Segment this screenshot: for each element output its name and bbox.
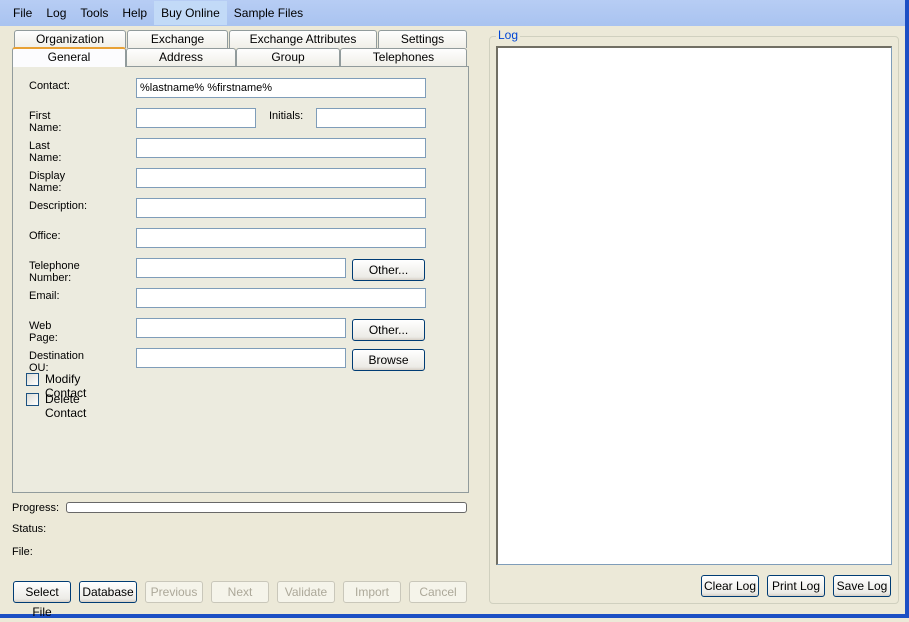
delete-contact-label: Delete Contact [45,392,87,420]
cancel-button[interactable]: Cancel [409,581,467,603]
display-name-input[interactable] [136,168,426,188]
last-name-label: Last Name: [29,140,62,164]
tab-settings[interactable]: Settings [378,30,467,48]
menu-log[interactable]: Log [39,1,73,25]
window-border-bottom [0,614,909,618]
tab-organization[interactable]: Organization [14,30,126,48]
file-label: File: [12,546,33,558]
log-textarea[interactable] [496,46,892,565]
menu-buy-online[interactable]: Buy Online [154,1,227,25]
first-name-input[interactable] [136,108,256,128]
progress-label: Progress: [12,502,60,514]
database-button[interactable]: Database [79,581,137,603]
next-button[interactable]: Next [211,581,269,603]
description-label: Description: [29,200,88,212]
initials-label: Initials: [269,110,304,122]
tab-group[interactable]: Group [236,48,340,66]
office-input[interactable] [136,228,426,248]
web-page-other-button[interactable]: Other... [352,319,425,341]
progress-bar [66,502,467,513]
destination-ou-input[interactable] [136,348,346,368]
last-name-input[interactable] [136,138,426,158]
menu-tools[interactable]: Tools [73,1,115,25]
tab-general[interactable]: General [12,47,126,67]
menu-bar: File Log Tools Help Buy Online Sample Fi… [0,0,905,26]
tab-exchange-attributes[interactable]: Exchange Attributes [229,30,377,48]
validate-button[interactable]: Validate [277,581,335,603]
initials-input[interactable] [316,108,426,128]
telephone-label: Telephone Number: [29,260,80,284]
save-log-button[interactable]: Save Log [833,575,891,597]
description-input[interactable] [136,198,426,218]
window-border-right [905,0,909,618]
clear-log-button[interactable]: Clear Log [701,575,759,597]
tab-address[interactable]: Address [126,48,236,66]
tab-telephones[interactable]: Telephones [340,48,467,66]
email-input[interactable] [136,288,426,308]
telephone-input[interactable] [136,258,346,278]
tab-exchange[interactable]: Exchange [127,30,228,48]
office-label: Office: [29,230,61,242]
contact-label: Contact: [29,80,70,92]
menu-file[interactable]: File [6,1,39,25]
menu-help[interactable]: Help [115,1,154,25]
web-page-input[interactable] [136,318,346,338]
email-label: Email: [29,290,60,302]
browse-button[interactable]: Browse [352,349,425,371]
previous-button[interactable]: Previous [145,581,203,603]
menu-sample-files[interactable]: Sample Files [227,1,310,25]
select-file-button[interactable]: Select File [13,581,71,619]
web-page-label: Web Page: [29,320,58,344]
status-label: Status: [12,523,47,535]
first-name-label: First Name: [29,110,62,134]
import-button[interactable]: Import [343,581,401,603]
print-log-button[interactable]: Print Log [767,575,825,597]
destination-ou-label: Destination OU: [29,350,85,374]
log-title: Log [496,28,521,42]
modify-contact-checkbox[interactable] [26,373,39,386]
telephone-other-button[interactable]: Other... [352,259,425,281]
delete-contact-checkbox[interactable] [26,393,39,406]
display-name-label: Display Name: [29,170,66,194]
contact-input[interactable]: %lastname% %firstname% [136,78,426,98]
